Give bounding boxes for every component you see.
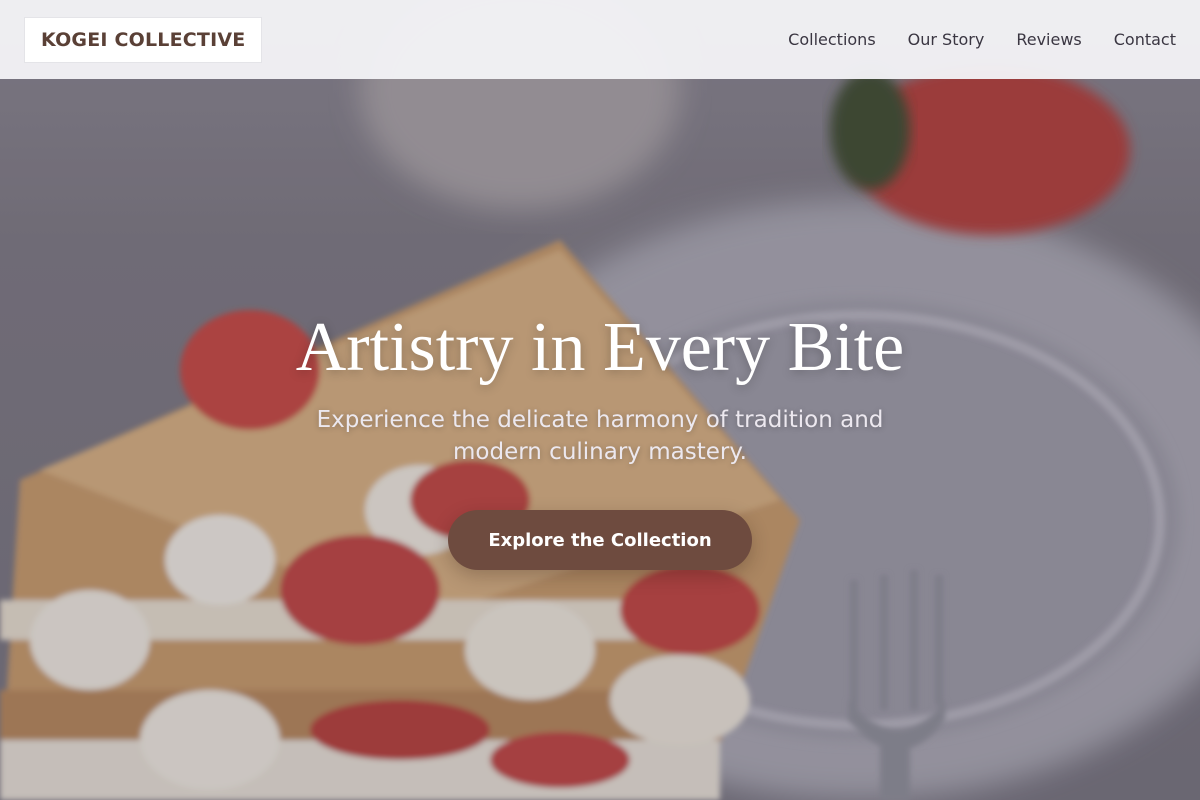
hero-title: Artistry in Every Bite [295, 309, 905, 386]
explore-collection-button[interactable]: Explore the Collection [448, 510, 752, 570]
top-navbar: KOGEI COLLECTIVE Collections Our Story R… [0, 0, 1200, 79]
hero-subtitle: Experience the delicate harmony of tradi… [316, 407, 884, 465]
brand-logo[interactable]: KOGEI COLLECTIVE [24, 16, 263, 63]
nav-link-reviews[interactable]: Reviews [1016, 30, 1081, 49]
nav-link-contact[interactable]: Contact [1114, 30, 1176, 49]
nav-links: Collections Our Story Reviews Contact [788, 30, 1176, 49]
nav-link-our-story[interactable]: Our Story [908, 30, 985, 49]
hero-content: Artistry in Every Bite Experience the de… [0, 300, 1200, 570]
nav-link-collections[interactable]: Collections [788, 30, 875, 49]
